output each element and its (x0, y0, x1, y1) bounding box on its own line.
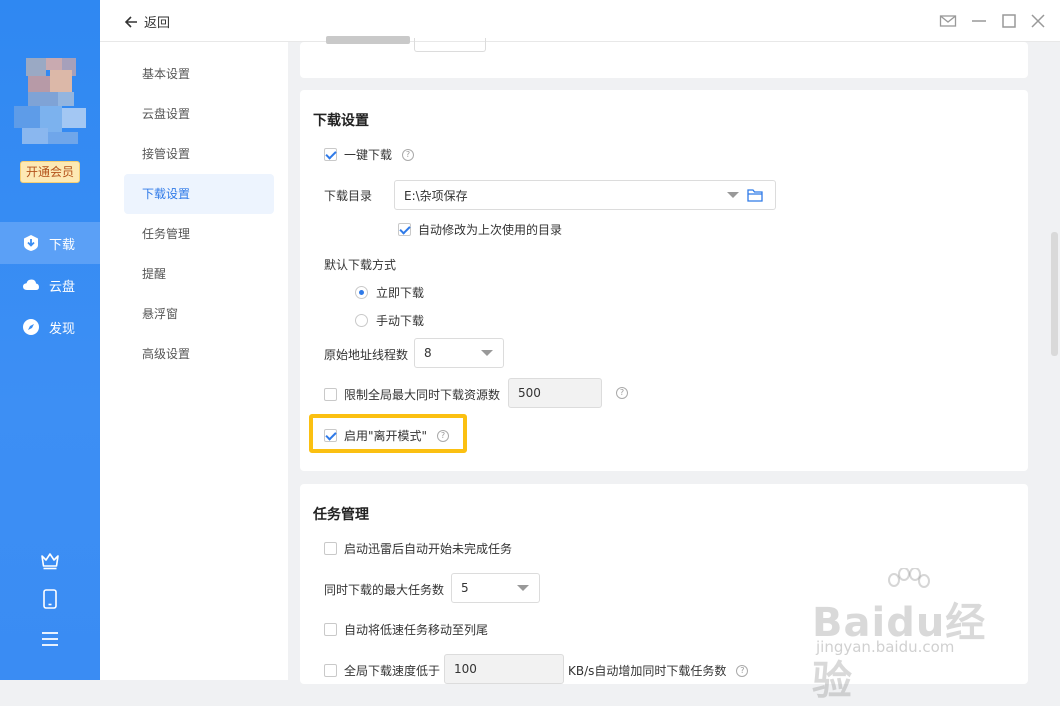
limit-resources-label: 限制全局最大同时下载资源数 (344, 388, 501, 402)
max-tasks-select[interactable]: 5 (451, 573, 540, 603)
menu-icon[interactable] (39, 628, 61, 650)
mode-immediate-label: 立即下载 (376, 286, 425, 300)
auto-modify-checkbox[interactable] (398, 223, 411, 236)
default-mode-label: 默认下载方式 (324, 258, 397, 272)
auto-modify-label: 自动修改为上次使用的目录 (418, 223, 563, 237)
settings-nav-download[interactable]: 下载设置 (124, 174, 274, 214)
mode-immediate-option[interactable]: 立即下载 (355, 284, 424, 301)
settings-nav-cloud[interactable]: 云盘设置 (124, 94, 274, 134)
nav-discover-label: 发现 (49, 321, 76, 337)
limit-resources-input[interactable]: 500 (508, 378, 602, 408)
clipped-text (326, 36, 410, 44)
app-sidebar: 开通会员 下载 云盘 发现 (0, 0, 100, 680)
download-dir-value: E:\杂项保存 (404, 188, 468, 203)
top-bar: 返回 (100, 0, 1060, 42)
speed-threshold-checkbox[interactable] (324, 664, 337, 677)
nav-download[interactable]: 下载 (0, 222, 100, 264)
settings-nav-float-window[interactable]: 悬浮窗 (124, 294, 274, 334)
move-slow-option[interactable]: 自动将低速任务移动至列尾 (324, 621, 488, 638)
highlight-box (309, 414, 467, 453)
maximize-icon[interactable] (1000, 12, 1018, 30)
settings-nav-takeover[interactable]: 接管设置 (124, 134, 274, 174)
one-click-download-option[interactable]: 一键下载 ? (324, 146, 415, 163)
baidu-watermark: Baidu经验 jingyan.baidu.com (812, 568, 1012, 704)
chevron-down-icon (481, 350, 493, 356)
max-tasks-label: 同时下载的最大任务数 (324, 583, 445, 597)
help-icon[interactable]: ? (616, 387, 628, 399)
one-click-checkbox[interactable] (324, 148, 337, 161)
threads-select[interactable]: 8 (414, 338, 504, 368)
arrow-left-icon (124, 15, 137, 28)
auto-modify-dir-option[interactable]: 自动修改为上次使用的目录 (398, 221, 562, 238)
threads-label: 原始地址线程数 (324, 348, 409, 362)
settings-nav-basic[interactable]: 基本设置 (124, 54, 274, 94)
auto-start-label: 启动迅雷后自动开始未完成任务 (344, 542, 513, 556)
nav-discover[interactable]: 发现 (0, 306, 100, 348)
back-button[interactable]: 返回 (124, 12, 170, 31)
one-click-label: 一键下载 (344, 148, 393, 162)
crown-icon[interactable] (39, 549, 61, 571)
speed-threshold-suffix: KB/s自动增加同时下载任务数 (568, 664, 727, 678)
back-label: 返回 (144, 16, 171, 31)
auto-start-option[interactable]: 启动迅雷后自动开始未完成任务 (324, 540, 512, 557)
mode-manual-radio[interactable] (355, 314, 368, 327)
help-icon[interactable]: ? (736, 664, 749, 677)
download-icon (24, 235, 38, 251)
mail-icon[interactable] (939, 12, 957, 30)
settings-nav-reminder[interactable]: 提醒 (124, 254, 274, 294)
phone-icon[interactable] (39, 588, 61, 610)
mode-manual-label: 手动下载 (376, 314, 425, 328)
move-slow-label: 自动将低速任务移动至列尾 (344, 623, 489, 637)
speed-threshold-value: 100 (454, 662, 477, 676)
speed-threshold-prefix: 全局下载速度低于 (344, 664, 441, 678)
threads-value: 8 (424, 346, 432, 360)
vip-button[interactable]: 开通会员 (20, 161, 80, 183)
chevron-down-icon[interactable] (727, 192, 739, 198)
scrollbar[interactable] (1051, 232, 1058, 356)
mode-immediate-radio[interactable] (355, 286, 368, 299)
watermark-url: jingyan.baidu.com (816, 638, 955, 656)
previous-settings-card (300, 36, 1028, 78)
speed-threshold-suffix-row: KB/s自动增加同时下载任务数 ? (568, 662, 749, 679)
max-tasks-value: 5 (461, 581, 469, 595)
auto-start-checkbox[interactable] (324, 542, 337, 555)
settings-nav: 基本设置 云盘设置 接管设置 下载设置 任务管理 提醒 悬浮窗 高级设置 (100, 42, 288, 680)
speed-threshold-option[interactable]: 全局下载速度低于 (324, 662, 440, 679)
mode-manual-option[interactable]: 手动下载 (355, 312, 424, 329)
settings-nav-advanced[interactable]: 高级设置 (124, 334, 274, 374)
chevron-down-icon (517, 585, 529, 591)
download-dir-label: 下载目录 (324, 189, 373, 203)
cloud-icon (23, 279, 39, 290)
task-settings-title: 任务管理 (313, 507, 369, 523)
clipped-button[interactable] (414, 38, 486, 52)
download-settings-title: 下载设置 (313, 113, 369, 129)
minimize-icon[interactable] (970, 12, 988, 30)
compass-icon (23, 319, 39, 335)
limit-resources-checkbox[interactable] (324, 388, 337, 401)
settings-nav-tasks[interactable]: 任务管理 (124, 214, 274, 254)
folder-icon[interactable] (747, 188, 763, 202)
nav-download-label: 下载 (49, 237, 76, 253)
nav-cloud-label: 云盘 (49, 279, 76, 295)
close-icon[interactable] (1029, 12, 1047, 30)
avatar[interactable] (14, 58, 88, 148)
limit-resources-value: 500 (518, 386, 541, 400)
download-dir-input[interactable]: E:\杂项保存 (394, 180, 776, 210)
nav-cloud[interactable]: 云盘 (0, 264, 100, 306)
limit-resources-option[interactable]: 限制全局最大同时下载资源数 (324, 386, 500, 403)
help-icon[interactable]: ? (402, 148, 415, 161)
move-slow-checkbox[interactable] (324, 623, 337, 636)
